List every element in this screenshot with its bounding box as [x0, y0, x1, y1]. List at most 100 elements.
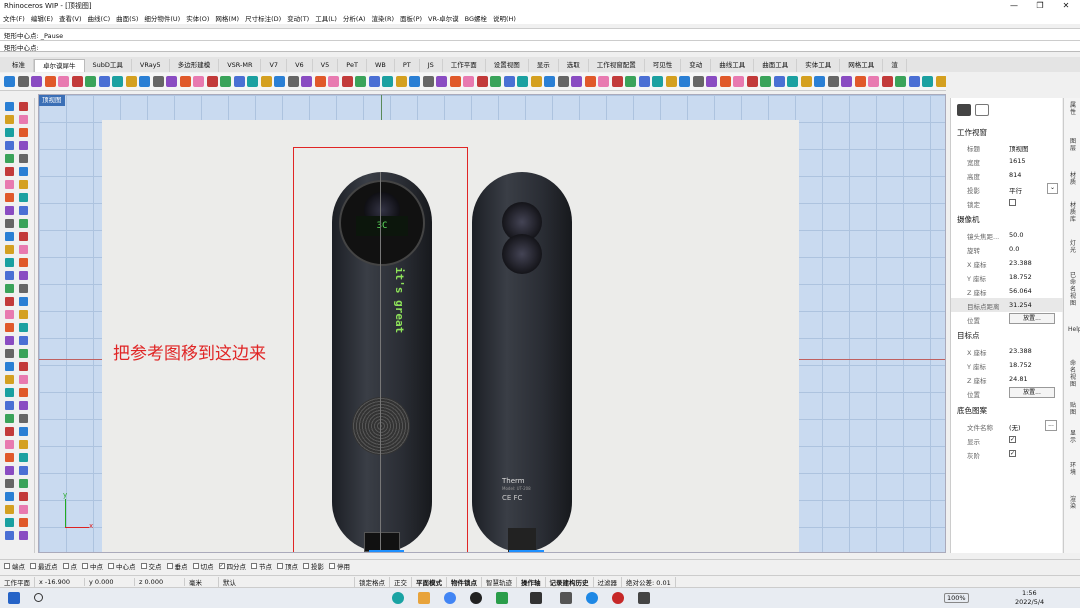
tool-icon[interactable] [44, 76, 56, 87]
clock-date[interactable]: 2022/5/4 [1015, 598, 1044, 606]
tool-icon[interactable] [5, 453, 14, 462]
tab-pt[interactable]: PT [395, 59, 420, 72]
tool-icon[interactable] [206, 76, 218, 87]
tool-icon[interactable] [868, 76, 879, 87]
menu-surface[interactable]: 曲面(S) [116, 13, 138, 23]
tool-icon[interactable] [571, 76, 582, 87]
tool-icon[interactable] [19, 141, 28, 150]
osnap-4[interactable]: 中心点 [108, 561, 136, 571]
tool-icon[interactable] [19, 128, 28, 137]
target-distance-value[interactable]: 31.254 [1009, 301, 1032, 309]
rotation-value[interactable]: 0.0 [1009, 245, 1019, 253]
app-icon-1[interactable] [392, 592, 404, 604]
tool-icon[interactable] [19, 401, 28, 410]
tool-icon[interactable] [355, 76, 366, 87]
tool-icon[interactable] [19, 232, 28, 241]
status-layer[interactable]: 默认 [219, 576, 355, 587]
tool-icon[interactable] [5, 167, 14, 176]
tool-icon[interactable] [5, 206, 14, 215]
osnap-5[interactable]: 交点 [140, 561, 162, 571]
rhino-taskbar-icon[interactable] [638, 592, 650, 604]
tool-icon[interactable] [247, 76, 258, 87]
osnap-checkbox[interactable] [140, 562, 147, 569]
vtab-texture[interactable]: 贴图 [1068, 402, 1078, 416]
tool-icon[interactable] [19, 336, 28, 345]
tool-icon[interactable] [19, 440, 28, 449]
search-icon[interactable] [34, 593, 43, 602]
tool-icon[interactable] [746, 76, 758, 87]
status-history[interactable]: 记录建构历史 [546, 576, 594, 587]
tool-icon[interactable] [19, 193, 28, 202]
tool-icon[interactable] [395, 76, 407, 87]
tool-icon[interactable] [19, 284, 28, 293]
tool-icon[interactable] [152, 76, 164, 87]
tool-icon[interactable] [112, 76, 123, 87]
tab-v7[interactable]: V7 [261, 59, 288, 72]
tool-icon[interactable] [314, 76, 326, 87]
tool-icon[interactable] [19, 362, 28, 371]
tool-icon[interactable] [5, 323, 14, 332]
minimize-button[interactable]: — [1000, 0, 1028, 12]
vtab-named-view[interactable]: 命名视图 [1068, 360, 1078, 388]
tool-icon[interactable] [328, 76, 339, 87]
osnap-checkbox[interactable] [30, 562, 36, 569]
osnap-11[interactable]: 投影 [303, 561, 324, 571]
tool-icon[interactable] [125, 76, 137, 87]
tool-icon[interactable] [19, 349, 28, 358]
tool-icon[interactable] [260, 76, 272, 87]
status-grid-snap[interactable]: 锁定格点 [355, 576, 390, 587]
tool-icon[interactable] [19, 453, 28, 462]
tool-icon[interactable] [5, 479, 14, 488]
tool-icon[interactable] [5, 531, 14, 540]
tool-icon[interactable] [787, 76, 798, 87]
tool-icon[interactable] [692, 76, 704, 87]
menu-transform[interactable]: 变动(T) [287, 13, 309, 23]
menu-dimension[interactable]: 尺寸标注(D) [245, 13, 281, 23]
tool-icon[interactable] [719, 76, 731, 87]
tool-icon[interactable] [5, 414, 14, 423]
tab-mesh-tools[interactable]: 网格工具 [840, 59, 884, 72]
tool-icon[interactable] [382, 76, 393, 87]
tool-icon[interactable] [31, 76, 42, 87]
tool-icon[interactable] [5, 232, 14, 241]
tool-icon[interactable] [233, 76, 245, 87]
tab-visibility[interactable]: 可见性 [645, 59, 682, 72]
tool-icon[interactable] [19, 466, 28, 475]
tab-v5[interactable]: V5 [313, 59, 339, 72]
command-line[interactable]: 矩形中心点: [0, 40, 1080, 52]
camera-x-value[interactable]: 23.388 [1009, 259, 1032, 267]
status-gumball[interactable]: 操作轴 [517, 576, 546, 587]
tool-icon[interactable] [58, 76, 69, 87]
tool-icon[interactable] [706, 76, 717, 87]
tab-cplane[interactable]: 工作平面 [443, 59, 486, 72]
tool-icon[interactable] [19, 154, 28, 163]
tool-icon[interactable] [19, 531, 28, 540]
tool-icon[interactable] [17, 76, 29, 87]
tool-icon[interactable] [19, 206, 28, 215]
osnap-checkbox[interactable] [108, 562, 114, 569]
tool-icon[interactable] [341, 76, 353, 87]
tool-icon[interactable] [274, 76, 285, 87]
browse-button[interactable]: ... [1045, 420, 1057, 431]
menu-curve[interactable]: 曲线(C) [88, 13, 111, 23]
osnap-checkbox[interactable] [192, 562, 199, 569]
status-ortho[interactable]: 正交 [390, 576, 412, 587]
menu-render[interactable]: 渲染(R) [371, 13, 394, 23]
tool-icon[interactable] [665, 76, 677, 87]
osnap-checkbox[interactable] [303, 562, 309, 569]
tool-icon[interactable] [5, 349, 14, 358]
tool-icon[interactable] [19, 245, 28, 254]
tab-curve-tools[interactable]: 曲线工具 [711, 59, 755, 72]
menu-solid[interactable]: 实体(O) [186, 13, 209, 23]
tool-icon[interactable] [5, 271, 14, 280]
tab-zhuoermo[interactable]: 卓尔谟犀牛 [34, 59, 85, 72]
menu-vr-zhuoermo[interactable]: VR-卓尔谟 [428, 13, 459, 23]
battery-indicator[interactable]: 100% [944, 593, 969, 603]
osnap-3[interactable]: 中点 [82, 561, 103, 571]
tab-setview[interactable]: 设置视图 [486, 59, 529, 72]
camera-place-button[interactable]: 放置... [1009, 313, 1055, 324]
file-explorer-icon[interactable] [418, 592, 430, 604]
app-icon-3[interactable] [560, 592, 572, 604]
target-y-value[interactable]: 18.752 [1009, 361, 1032, 369]
vtab-environment[interactable]: 环境 [1068, 462, 1078, 476]
